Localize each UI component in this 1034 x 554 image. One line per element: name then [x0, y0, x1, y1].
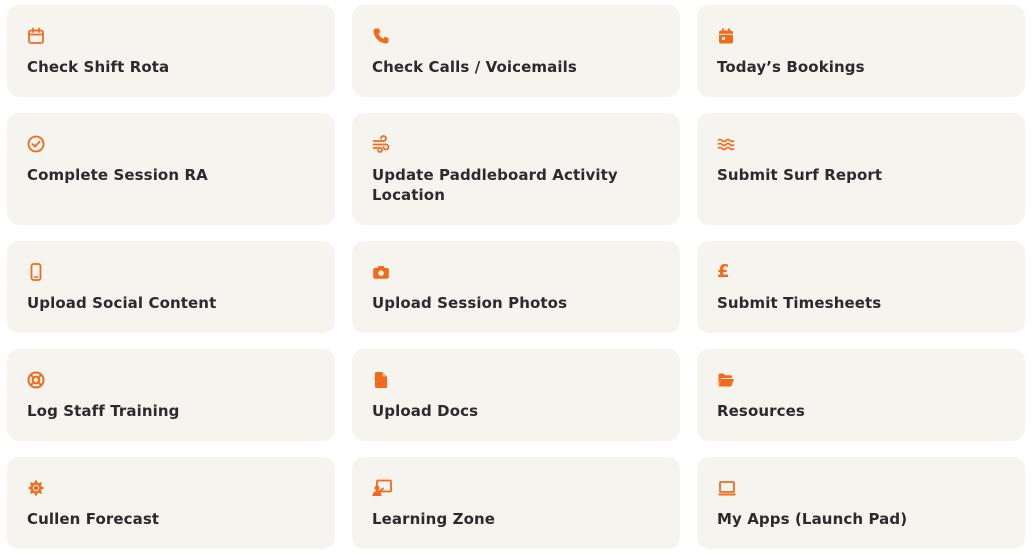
pound-sign-icon: £ [717, 261, 730, 282]
tile-label: Cullen Forecast [27, 510, 160, 528]
tile-cullen-forecast[interactable]: Cullen Forecast [7, 457, 335, 549]
tile-label: Update Paddleboard Activity Location [372, 166, 618, 204]
tile-upload-social-content[interactable]: Upload Social Content [7, 241, 335, 333]
tile-resources[interactable]: Resources [697, 349, 1025, 441]
tile-label: Submit Surf Report [717, 166, 883, 184]
tile-check-shift-rota[interactable]: Check Shift Rota [7, 5, 335, 97]
tile-my-apps-launch-pad[interactable]: My Apps (Launch Pad) [697, 457, 1025, 549]
tile-update-paddleboard-location[interactable]: Update Paddleboard Activity Location [352, 113, 680, 225]
tile-label: Check Calls / Voicemails [372, 58, 577, 76]
tile-complete-session-ra[interactable]: Complete Session RA [7, 113, 335, 225]
tile-label: Today’s Bookings [717, 58, 865, 76]
sun-icon [27, 479, 45, 497]
tile-label: Check Shift Rota [27, 58, 170, 76]
lifebuoy-icon [27, 371, 45, 389]
tile-submit-timesheets[interactable]: £ Submit Timesheets [697, 241, 1025, 333]
check-circle-icon [27, 135, 45, 153]
tile-label: Resources [717, 402, 805, 420]
camera-icon [372, 263, 390, 281]
tile-label: Log Staff Training [27, 402, 180, 420]
laptop-icon [717, 479, 736, 497]
tile-upload-session-photos[interactable]: Upload Session Photos [352, 241, 680, 333]
tile-submit-surf-report[interactable]: Submit Surf Report [697, 113, 1025, 225]
tile-label: Upload Docs [372, 402, 479, 420]
tile-check-calls-voicemails[interactable]: Check Calls / Voicemails [352, 5, 680, 97]
tile-todays-bookings[interactable]: Today’s Bookings [697, 5, 1025, 97]
tile-label: Upload Session Photos [372, 294, 568, 312]
tile-upload-docs[interactable]: Upload Docs [352, 349, 680, 441]
tile-label: Complete Session RA [27, 166, 208, 184]
calendar-day-icon [717, 27, 735, 45]
document-icon [372, 371, 390, 389]
tile-label: Submit Timesheets [717, 294, 882, 312]
wind-icon [372, 135, 390, 153]
tile-log-staff-training[interactable]: Log Staff Training [7, 349, 335, 441]
tile-learning-zone[interactable]: Learning Zone [352, 457, 680, 549]
teacher-board-icon [372, 479, 392, 497]
waves-icon [717, 135, 735, 153]
tile-label: Upload Social Content [27, 294, 217, 312]
quick-links-grid: Check Shift Rota Check Calls / Voicemail… [0, 0, 1034, 554]
mobile-phone-icon [27, 263, 45, 281]
tile-label: Learning Zone [372, 510, 496, 528]
folder-open-icon [717, 371, 735, 389]
phone-icon [372, 27, 390, 45]
tile-label: My Apps (Launch Pad) [717, 510, 908, 528]
calendar-icon [27, 27, 45, 45]
